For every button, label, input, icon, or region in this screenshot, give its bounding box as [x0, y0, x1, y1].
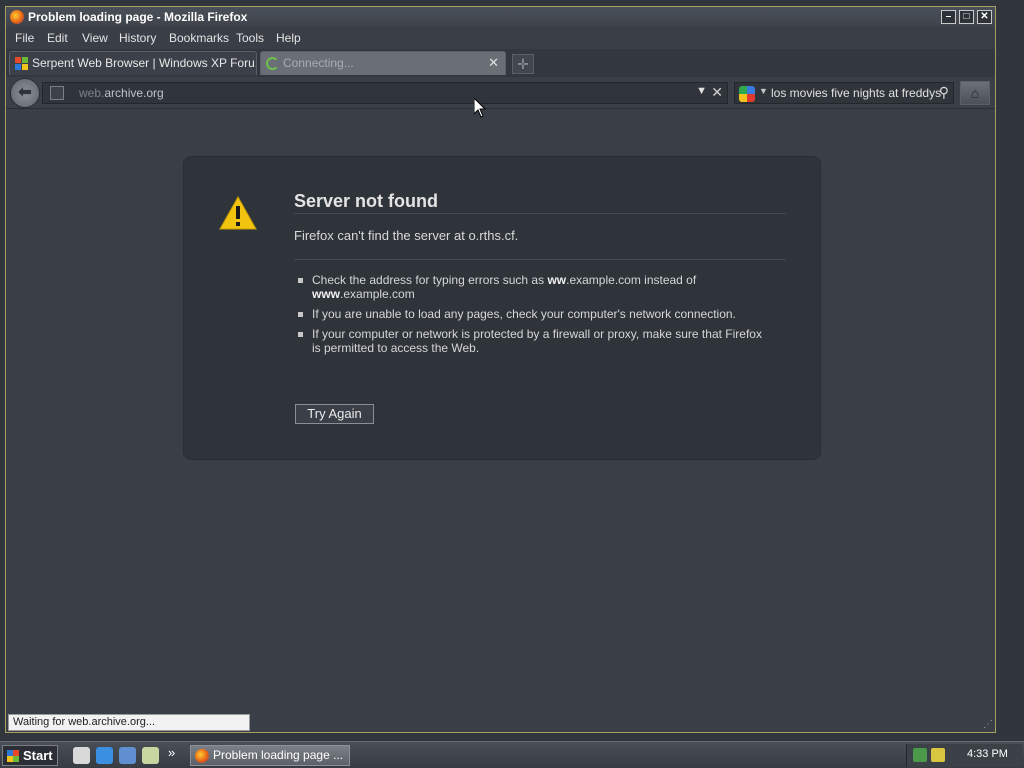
- menu-help[interactable]: Help: [276, 31, 301, 45]
- tip-text: Check the address for typing errors such…: [312, 273, 548, 287]
- tab-connecting[interactable]: Connecting... ✕: [260, 51, 506, 75]
- tray-app-icon[interactable]: [931, 748, 945, 762]
- menu-tools[interactable]: Tools: [236, 31, 264, 45]
- back-button[interactable]: ⬅: [10, 78, 40, 108]
- menu-file[interactable]: File: [15, 31, 34, 45]
- navigation-toolbar: ⬅ web.archive.org ▼ ✕ ▼ los movies five …: [6, 77, 995, 109]
- error-title: Server not found: [294, 191, 439, 211]
- search-icon[interactable]: ⚲: [939, 84, 949, 101]
- task-label: Problem loading page ...: [213, 748, 344, 762]
- tip-text: .example.com instead of: [566, 273, 697, 287]
- clock[interactable]: 4:33 PM: [967, 748, 1008, 760]
- minimize-button[interactable]: –: [941, 10, 956, 24]
- quick-launch-more-icon[interactable]: »: [168, 745, 175, 760]
- status-text: Waiting for web.archive.org...: [8, 714, 250, 731]
- internet-explorer-icon[interactable]: [96, 747, 113, 764]
- outlook-express-icon[interactable]: [119, 747, 136, 764]
- page-content: Server not found Firefox can't find the …: [6, 110, 995, 710]
- close-button[interactable]: ✕: [977, 10, 992, 24]
- firefox-window: Problem loading page - Mozilla Firefox –…: [5, 6, 996, 733]
- stop-icon[interactable]: ✕: [711, 84, 723, 101]
- error-short-description: Firefox can't find the server at o.rths.…: [294, 228, 519, 243]
- close-tab-icon[interactable]: ✕: [488, 52, 499, 74]
- start-label: Start: [23, 748, 53, 763]
- menu-edit[interactable]: Edit: [47, 31, 68, 45]
- search-bar[interactable]: ▼ los movies five nights at freddys ⚲: [734, 82, 954, 104]
- windows-logo-icon: [7, 750, 19, 762]
- tab-bar: Serpent Web Browser | Windows XP Foru...…: [6, 49, 995, 77]
- taskbar: Start » Problem loading page ... 4:33 PM: [0, 741, 1024, 768]
- window-title: Problem loading page - Mozilla Firefox: [28, 10, 248, 24]
- desktop: Problem loading page - Mozilla Firefox –…: [0, 0, 1024, 768]
- title-bar[interactable]: Problem loading page - Mozilla Firefox –…: [6, 7, 995, 27]
- network-icon[interactable]: [913, 748, 927, 762]
- google-icon[interactable]: [739, 86, 755, 102]
- site-identity-icon[interactable]: [50, 86, 64, 100]
- tip-bold: ww: [547, 273, 567, 287]
- error-page-container: Server not found Firefox can't find the …: [183, 156, 821, 460]
- firefox-icon: [10, 10, 24, 24]
- tab-label: Serpent Web Browser | Windows XP Foru...: [32, 56, 257, 70]
- url-prefix: web.: [79, 86, 105, 100]
- url-domain: archive.org: [104, 86, 164, 100]
- menu-view[interactable]: View: [82, 31, 108, 45]
- tip-bold: www: [312, 287, 341, 301]
- start-button[interactable]: Start: [2, 745, 58, 766]
- url-text[interactable]: web.archive.org: [79, 86, 164, 100]
- tip-item: If your computer or network is protected…: [294, 327, 764, 355]
- tip-item: Check the address for typing errors such…: [294, 273, 764, 301]
- tip-item: If you are unable to load any pages, che…: [294, 307, 764, 321]
- windows-favicon-icon: [15, 57, 28, 70]
- divider: [294, 213, 786, 214]
- mouse-cursor-icon: [474, 98, 486, 118]
- home-button[interactable]: ⌂: [960, 81, 990, 105]
- search-icon[interactable]: [142, 747, 159, 764]
- warning-icon: [219, 195, 257, 230]
- tip-text: .example.com: [340, 287, 415, 301]
- show-desktop-icon[interactable]: [73, 747, 90, 764]
- tab-label: Connecting...: [283, 56, 354, 70]
- url-dropdown-icon[interactable]: ▼: [696, 85, 707, 97]
- menu-history[interactable]: History: [119, 31, 156, 45]
- divider: [294, 259, 786, 260]
- new-tab-button[interactable]: ✛: [512, 54, 534, 74]
- resize-grip-icon[interactable]: ⋰: [983, 719, 993, 730]
- maximize-button[interactable]: □: [959, 10, 974, 24]
- tab-serpent-forum[interactable]: Serpent Web Browser | Windows XP Foru...: [9, 51, 257, 75]
- error-tips-list: Check the address for typing errors such…: [294, 273, 764, 361]
- menu-bookmarks[interactable]: Bookmarks: [169, 31, 229, 45]
- engine-dropdown-icon[interactable]: ▼: [759, 86, 768, 96]
- taskbar-firefox-window[interactable]: Problem loading page ...: [190, 745, 350, 766]
- address-bar[interactable]: web.archive.org ▼ ✕: [42, 82, 728, 104]
- loading-spinner-icon: [266, 57, 279, 70]
- system-tray: 4:33 PM: [906, 744, 1022, 767]
- try-again-button[interactable]: Try Again: [295, 404, 374, 424]
- search-input[interactable]: los movies five nights at freddys: [771, 86, 941, 100]
- status-bar: Waiting for web.archive.org... ⋰: [6, 713, 995, 732]
- menu-bar: File Edit View History Bookmarks Tools H…: [6, 28, 995, 48]
- firefox-icon: [195, 749, 209, 763]
